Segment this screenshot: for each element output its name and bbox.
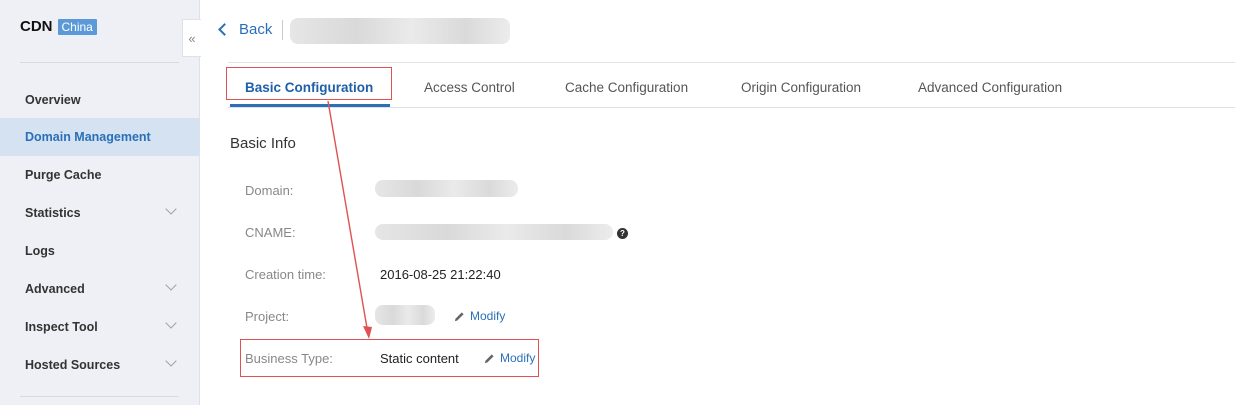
sidebar-item-inspect-tool[interactable]: Inspect Tool <box>0 308 199 346</box>
modify-project-link[interactable]: Modify <box>454 309 505 323</box>
page-header: Back <box>200 0 1235 62</box>
creation-time-value: 2016-08-25 21:22:40 <box>380 267 501 282</box>
sidebar-item-label: Advanced <box>25 282 85 296</box>
double-chevron-left-icon: « <box>188 30 196 46</box>
sidebar-item-hosted-sources[interactable]: Hosted Sources <box>0 346 199 384</box>
redacted-project-value <box>375 305 435 325</box>
cname-label: CNAME: <box>245 225 296 240</box>
sidebar-item-label: Overview <box>25 93 81 107</box>
sidebar-item-label: Statistics <box>25 206 81 220</box>
redacted-domain-title <box>290 18 510 44</box>
sidebar-item-logs[interactable]: Logs <box>0 232 199 270</box>
brand: CDN China <box>20 18 97 35</box>
back-label: Back <box>239 21 273 38</box>
annotation-box-tab <box>226 67 392 100</box>
project-label: Project: <box>245 309 290 324</box>
sidebar-item-purge-cache[interactable]: Purge Cache <box>0 156 199 194</box>
chevron-down-icon <box>165 203 177 215</box>
modify-label: Modify <box>470 309 506 323</box>
sidebar-item-overview[interactable]: Overview <box>0 81 199 119</box>
sidebar-item-statistics[interactable]: Statistics <box>0 194 199 232</box>
tab-access-control[interactable]: Access Control <box>424 80 515 95</box>
chevron-down-icon <box>165 279 177 291</box>
redacted-domain-value <box>375 180 518 197</box>
chevron-left-icon <box>218 23 231 36</box>
redacted-cname-value <box>375 224 613 240</box>
tab-advanced-configuration[interactable]: Advanced Configuration <box>918 80 1062 95</box>
creation-time-label: Creation time: <box>245 267 326 282</box>
sidebar-item-label: Logs <box>25 244 55 258</box>
header-divider <box>282 20 283 40</box>
sidebar-divider <box>20 62 179 63</box>
sidebar-divider <box>20 396 179 397</box>
active-tab-indicator <box>230 104 390 107</box>
pencil-icon <box>454 311 464 321</box>
sidebar-item-label: Hosted Sources <box>25 358 121 372</box>
sidebar-item-domain-management[interactable]: Domain Management <box>0 118 199 156</box>
sidebar-item-label: Purge Cache <box>25 168 102 182</box>
annotation-box-business-type <box>240 339 539 377</box>
section-title: Basic Info <box>230 135 296 152</box>
region-badge: China <box>57 18 97 35</box>
sidebar: CDN China Overview Domain Management Pur… <box>0 0 200 405</box>
chevron-down-icon <box>165 317 177 329</box>
brand-title: CDN <box>20 18 53 35</box>
help-icon[interactable]: ? <box>617 228 628 239</box>
back-link[interactable]: Back <box>218 21 273 38</box>
tab-origin-configuration[interactable]: Origin Configuration <box>741 80 861 95</box>
collapse-sidebar-button[interactable]: « <box>182 19 201 57</box>
sidebar-item-label: Domain Management <box>25 130 151 144</box>
chevron-down-icon <box>165 355 177 367</box>
domain-label: Domain: <box>245 183 294 198</box>
sidebar-item-advanced[interactable]: Advanced <box>0 270 199 308</box>
sidebar-item-label: Inspect Tool <box>25 320 98 334</box>
tab-cache-configuration[interactable]: Cache Configuration <box>565 80 688 95</box>
